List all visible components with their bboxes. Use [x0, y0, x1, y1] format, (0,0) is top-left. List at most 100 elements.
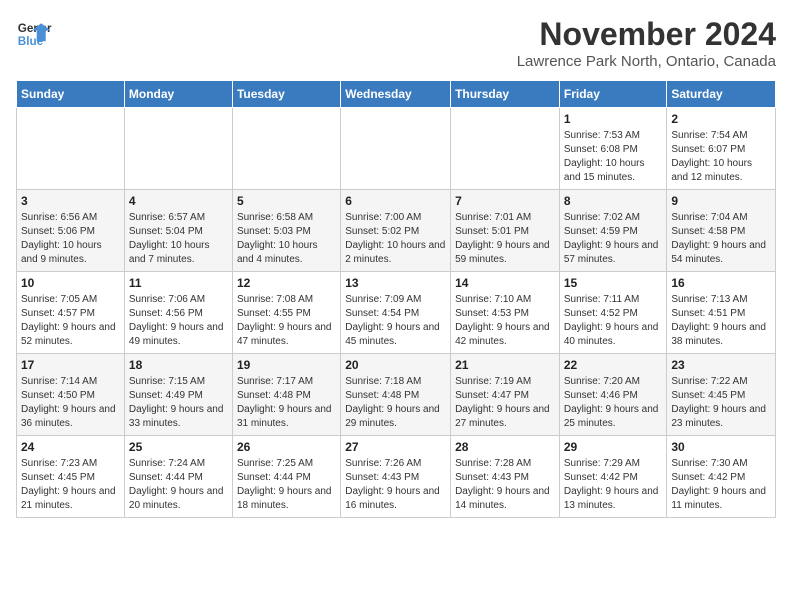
page-header: General Blue November 2024 Lawrence Park… — [16, 16, 776, 70]
day-info: Sunrise: 7:04 AM Sunset: 4:58 PM Dayligh… — [671, 211, 771, 267]
calendar-cell: 19 Sunrise: 7:17 AM Sunset: 4:48 PM Dayli… — [232, 354, 340, 436]
day-info: Sunrise: 7:15 AM Sunset: 4:49 PM Dayligh… — [129, 375, 228, 431]
calendar-cell — [341, 108, 451, 190]
day-info: Sunrise: 7:02 AM Sunset: 4:59 PM Dayligh… — [564, 211, 663, 267]
day-number: 1 — [564, 112, 663, 126]
calendar-cell: 2Sunrise: 7:54 AM Sunset: 6:07 PM Daylig… — [667, 108, 776, 190]
day-info: Sunrise: 7:09 AM Sunset: 4:54 PM Dayligh… — [345, 293, 446, 349]
calendar-cell: 28 Sunrise: 7:28 AM Sunset: 4:43 PM Dayli… — [451, 436, 560, 518]
day-number: 25 — [129, 440, 228, 454]
week-row-2: 3 Sunrise: 6:56 AM Sunset: 5:06 PM Daylig… — [17, 190, 776, 272]
day-info: Sunrise: 7:17 AM Sunset: 4:48 PM Dayligh… — [237, 375, 336, 431]
calendar-cell: 1 Sunrise: 7:53 AM Sunset: 6:08 PM Daylig… — [559, 108, 667, 190]
week-row-1: 1 Sunrise: 7:53 AM Sunset: 6:08 PM Daylig… — [17, 108, 776, 190]
day-info: Sunrise: 7:26 AM Sunset: 4:43 PM Dayligh… — [345, 457, 446, 513]
day-info: Sunrise: 6:58 AM Sunset: 5:03 PM Dayligh… — [237, 211, 336, 267]
calendar-cell: 20 Sunrise: 7:18 AM Sunset: 4:48 PM Dayli… — [341, 354, 451, 436]
day-info: Sunrise: 7:53 AM Sunset: 6:08 PM Dayligh… — [564, 129, 663, 185]
calendar-cell: 12 Sunrise: 7:08 AM Sunset: 4:55 PM Dayli… — [232, 272, 340, 354]
calendar-cell: 3 Sunrise: 6:56 AM Sunset: 5:06 PM Daylig… — [17, 190, 125, 272]
day-info: Sunrise: 7:19 AM Sunset: 4:47 PM Dayligh… — [455, 375, 555, 431]
calendar-cell: 5 Sunrise: 6:58 AM Sunset: 5:03 PM Daylig… — [232, 190, 340, 272]
day-number: 21 — [455, 358, 555, 372]
day-info: Sunrise: 7:28 AM Sunset: 4:43 PM Dayligh… — [455, 457, 555, 513]
calendar-cell: 11 Sunrise: 7:06 AM Sunset: 4:56 PM Dayli… — [124, 272, 232, 354]
calendar-cell: 18 Sunrise: 7:15 AM Sunset: 4:49 PM Dayli… — [124, 354, 232, 436]
logo-icon: General Blue — [16, 16, 52, 52]
calendar-table: SundayMondayTuesdayWednesdayThursdayFrid… — [16, 80, 776, 518]
day-number: 7 — [455, 194, 555, 208]
calendar-cell: 17 Sunrise: 7:14 AM Sunset: 4:50 PM Dayli… — [17, 354, 125, 436]
calendar-cell: 16 Sunrise: 7:13 AM Sunset: 4:51 PM Dayli… — [667, 272, 776, 354]
calendar-cell: 15Sunrise: 7:11 AM Sunset: 4:52 PM Dayli… — [559, 272, 667, 354]
calendar-cell: 13 Sunrise: 7:09 AM Sunset: 4:54 PM Dayli… — [341, 272, 451, 354]
day-info: Sunrise: 6:56 AM Sunset: 5:06 PM Dayligh… — [21, 211, 120, 267]
day-info: Sunrise: 7:18 AM Sunset: 4:48 PM Dayligh… — [345, 375, 446, 431]
calendar-cell: 21 Sunrise: 7:19 AM Sunset: 4:47 PM Dayli… — [451, 354, 560, 436]
weekday-header-sunday: Sunday — [17, 81, 125, 108]
calendar-cell: 8 Sunrise: 7:02 AM Sunset: 4:59 PM Daylig… — [559, 190, 667, 272]
day-number: 2 — [671, 112, 771, 126]
calendar-cell: 6Sunrise: 7:00 AM Sunset: 5:02 PM Daylig… — [341, 190, 451, 272]
weekday-header-saturday: Saturday — [667, 81, 776, 108]
calendar-cell: 25 Sunrise: 7:24 AM Sunset: 4:44 PM Dayli… — [124, 436, 232, 518]
day-number: 18 — [129, 358, 228, 372]
calendar-cell: 23 Sunrise: 7:22 AM Sunset: 4:45 PM Dayli… — [667, 354, 776, 436]
day-number: 5 — [237, 194, 336, 208]
day-number: 4 — [129, 194, 228, 208]
weekday-header-row: SundayMondayTuesdayWednesdayThursdayFrid… — [17, 81, 776, 108]
calendar-cell: 4 Sunrise: 6:57 AM Sunset: 5:04 PM Daylig… — [124, 190, 232, 272]
day-number: 12 — [237, 276, 336, 290]
day-info: Sunrise: 7:10 AM Sunset: 4:53 PM Dayligh… — [455, 293, 555, 349]
day-info: Sunrise: 7:29 AM Sunset: 4:42 PM Dayligh… — [564, 457, 663, 513]
day-info: Sunrise: 7:20 AM Sunset: 4:46 PM Dayligh… — [564, 375, 663, 431]
weekday-header-tuesday: Tuesday — [232, 81, 340, 108]
day-info: Sunrise: 7:05 AM Sunset: 4:57 PM Dayligh… — [21, 293, 120, 349]
calendar-cell: 9 Sunrise: 7:04 AM Sunset: 4:58 PM Daylig… — [667, 190, 776, 272]
day-info: Sunrise: 7:25 AM Sunset: 4:44 PM Dayligh… — [237, 457, 336, 513]
day-number: 29 — [564, 440, 663, 454]
day-info: Sunrise: 7:08 AM Sunset: 4:55 PM Dayligh… — [237, 293, 336, 349]
calendar-cell — [124, 108, 232, 190]
day-number: 28 — [455, 440, 555, 454]
calendar-cell: 27 Sunrise: 7:26 AM Sunset: 4:43 PM Dayli… — [341, 436, 451, 518]
calendar-cell — [232, 108, 340, 190]
calendar-cell: 26Sunrise: 7:25 AM Sunset: 4:44 PM Dayli… — [232, 436, 340, 518]
day-number: 20 — [345, 358, 446, 372]
weekday-header-monday: Monday — [124, 81, 232, 108]
calendar-title: November 2024 — [517, 16, 776, 53]
day-info: Sunrise: 7:01 AM Sunset: 5:01 PM Dayligh… — [455, 211, 555, 267]
title-section: November 2024 Lawrence Park North, Ontar… — [517, 16, 776, 70]
day-number: 3 — [21, 194, 120, 208]
day-info: Sunrise: 7:23 AM Sunset: 4:45 PM Dayligh… — [21, 457, 120, 513]
day-number: 14 — [455, 276, 555, 290]
day-info: Sunrise: 7:22 AM Sunset: 4:45 PM Dayligh… — [671, 375, 771, 431]
day-number: 13 — [345, 276, 446, 290]
day-info: Sunrise: 7:30 AM Sunset: 4:42 PM Dayligh… — [671, 457, 771, 513]
calendar-cell — [17, 108, 125, 190]
day-number: 11 — [129, 276, 228, 290]
day-number: 23 — [671, 358, 771, 372]
logo: General Blue — [16, 16, 52, 52]
calendar-cell: 7 Sunrise: 7:01 AM Sunset: 5:01 PM Daylig… — [451, 190, 560, 272]
day-number: 19 — [237, 358, 336, 372]
day-number: 6 — [345, 194, 446, 208]
day-info: Sunrise: 7:11 AM Sunset: 4:52 PM Dayligh… — [564, 293, 663, 349]
day-info: Sunrise: 7:24 AM Sunset: 4:44 PM Dayligh… — [129, 457, 228, 513]
weekday-header-thursday: Thursday — [451, 81, 560, 108]
day-number: 8 — [564, 194, 663, 208]
day-number: 24 — [21, 440, 120, 454]
day-number: 27 — [345, 440, 446, 454]
day-info: Sunrise: 7:06 AM Sunset: 4:56 PM Dayligh… — [129, 293, 228, 349]
day-info: Sunrise: 7:14 AM Sunset: 4:50 PM Dayligh… — [21, 375, 120, 431]
day-number: 17 — [21, 358, 120, 372]
weekday-header-friday: Friday — [559, 81, 667, 108]
weekday-header-wednesday: Wednesday — [341, 81, 451, 108]
day-info: Sunrise: 7:13 AM Sunset: 4:51 PM Dayligh… — [671, 293, 771, 349]
day-number: 16 — [671, 276, 771, 290]
week-row-4: 17 Sunrise: 7:14 AM Sunset: 4:50 PM Dayli… — [17, 354, 776, 436]
day-number: 22 — [564, 358, 663, 372]
day-number: 9 — [671, 194, 771, 208]
day-info: Sunrise: 6:57 AM Sunset: 5:04 PM Dayligh… — [129, 211, 228, 267]
calendar-cell: 14 Sunrise: 7:10 AM Sunset: 4:53 PM Dayli… — [451, 272, 560, 354]
